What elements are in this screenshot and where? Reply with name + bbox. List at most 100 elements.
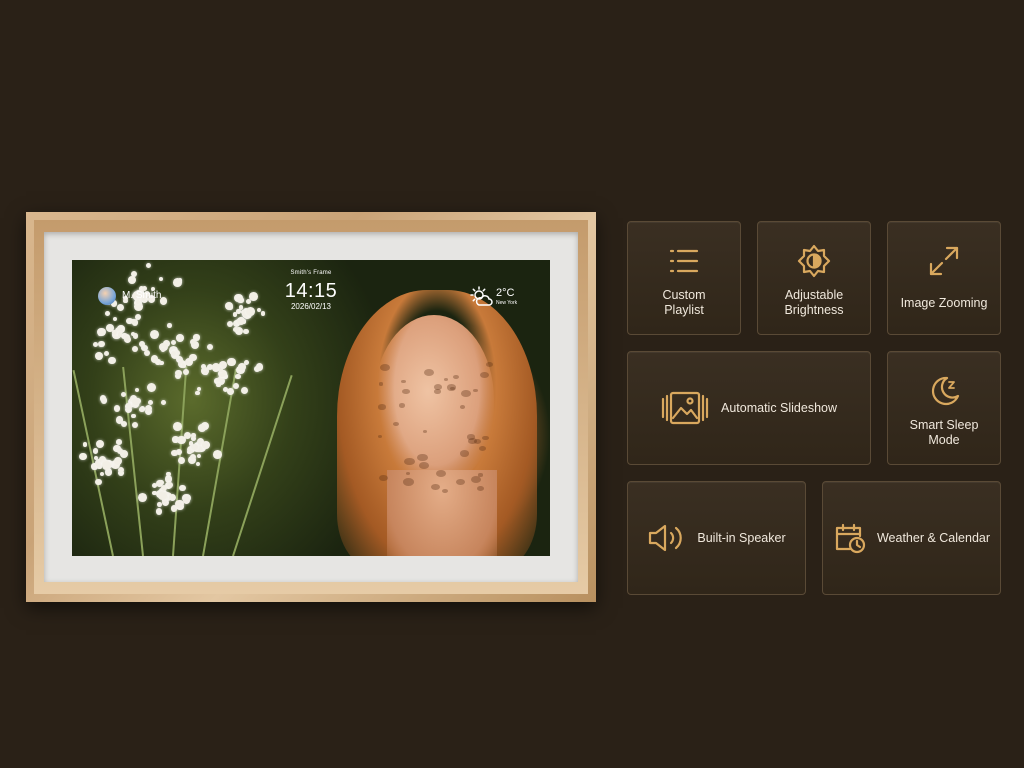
flower-blossom [124,335,132,343]
leaf-shadow [419,462,429,470]
flower-blossom [189,338,196,345]
flower-blossom [96,439,104,448]
leaf-shadow [473,438,481,444]
flower-blossom [92,448,99,455]
flower-blossom [238,363,246,372]
leaf-shadow [467,434,475,440]
flower-blossom [132,333,139,339]
leaf-shadow [378,382,384,386]
flower-blossom [233,327,239,333]
leaf-shadow [442,488,448,493]
flower-blossom [197,454,202,459]
flower-blossom [173,422,182,431]
flower-blossom [171,340,177,346]
flower-blossom [260,311,266,316]
flower-blossom [195,390,201,396]
flower-blossom [117,447,124,454]
flower-blossom [132,397,140,406]
feature-label: Automatic Slideshow [720,401,838,415]
feature-built-in-speaker: Built-in Speaker [627,481,806,595]
leaf-shadow [443,377,449,381]
feature-label: Adjustable Brightness [784,288,844,317]
leaf-shadow [378,404,386,410]
speaker-icon [649,524,683,552]
leaf-shadow [470,475,482,483]
flower-blossom [182,496,190,504]
flower-stem [232,374,293,556]
flower-blossom [175,369,182,377]
flower-blossom [161,400,167,406]
flower-blossom [243,328,249,335]
flower-blossom [147,382,157,392]
flower-blossom [196,462,201,467]
flower-blossom [138,407,144,413]
flower-blossom [131,413,136,419]
flower-blossom [167,323,173,328]
flower-blossom [206,344,213,351]
flower-blossom [99,471,105,477]
leaf-shadow [398,403,405,408]
flower-blossom [241,386,249,394]
flower-blossom [131,319,139,326]
flower-blossom [197,424,206,432]
leaf-shadow [450,387,455,391]
flower-blossom [176,334,184,342]
leaf-shadow [393,421,400,426]
flower-blossom [112,317,117,322]
flower-blossom [227,357,237,367]
slideshow-icon [661,391,709,425]
flower-blossom [131,421,139,429]
flower-blossom [171,350,177,356]
feature-adjustable-brightness: Adjustable Brightness [757,221,871,335]
leaf-shadow [461,390,472,397]
leaf-shadow [480,371,489,378]
frame-screen: M. Smith Smith's Frame 14:15 2026/02/13 … [72,260,550,556]
flower-blossom [150,354,159,363]
leaf-shadow [405,472,410,476]
flower-blossom [155,508,163,515]
city: New York [496,300,518,306]
zoom-arrows-icon [929,246,959,276]
brightness-icon [797,244,831,278]
flower-blossom [95,478,102,486]
flower-blossom [232,382,239,390]
temperature: 2°C [496,287,515,299]
flower-blossom [131,345,138,353]
flower-blossom [189,353,197,362]
flower-blossom [216,383,221,388]
feature-label: Built-in Speaker [697,531,786,545]
partly-cloudy-sun-icon [470,286,493,306]
flower-blossom [182,369,189,376]
feature-label: Weather & Calendar [876,531,991,545]
leaf-shadow [479,445,487,451]
flower-blossom [219,367,224,372]
flower-blossom [116,439,122,445]
flower-blossom [166,482,173,489]
flower-blossom [255,363,264,371]
flower-blossom [104,351,110,357]
digital-photo-frame: M. Smith Smith's Frame 14:15 2026/02/13 … [26,212,596,602]
flower-blossom [117,332,123,337]
flower-blossom [98,340,105,347]
moon-sleep-icon [931,376,960,406]
flower-blossom [94,352,103,360]
flower-blossom [157,491,167,501]
leaf-shadow [452,375,459,380]
flower-blossom [101,461,111,471]
flower-blossom [189,454,196,461]
flower-blossom [143,350,150,357]
feature-custom-playlist: Custom Playlist [627,221,741,335]
flower-blossom [183,431,191,439]
playlist-icon [669,249,699,273]
feature-label: Image Zooming [900,296,988,310]
flower-blossom [93,341,99,347]
flower-blossom [171,449,178,457]
flower-blossom [100,397,108,404]
flower-blossom [147,400,154,406]
leaf-shadow [401,379,406,384]
flower-blossom [202,441,210,450]
flower-blossom [113,405,121,412]
flower-blossom [137,492,147,502]
feature-smart-sleep-mode: Smart Sleep Mode [887,351,1001,465]
flower-blossom [161,347,166,353]
